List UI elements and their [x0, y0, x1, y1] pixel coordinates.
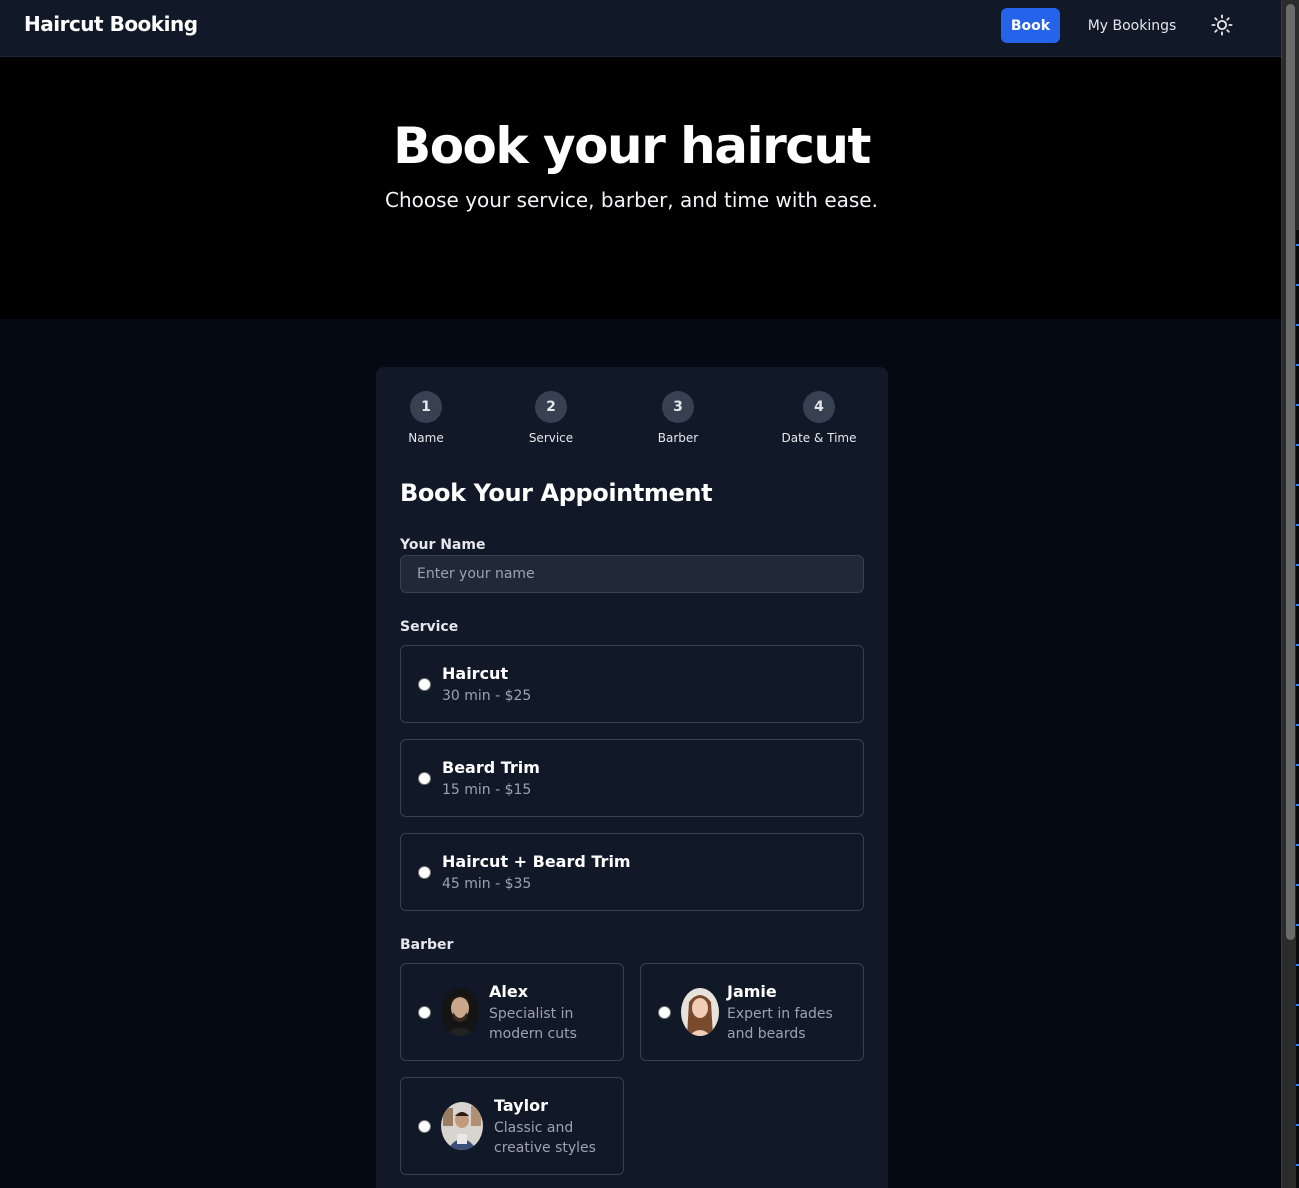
barber-avatar-jamie [681, 988, 719, 1036]
barber-name: Alex [489, 982, 529, 1001]
top-navbar: Haircut Booking Book My Bookings [0, 0, 1281, 57]
barber-radio[interactable] [418, 1120, 431, 1133]
step-number: 1 [410, 391, 442, 423]
barber-option-alex[interactable]: Alex Specialist in modern cuts [400, 963, 624, 1061]
barber-name: Taylor [494, 1096, 548, 1115]
step-label: Date & Time [781, 431, 857, 445]
nav-my-bookings-link[interactable]: My Bookings [1081, 8, 1183, 43]
nav-book-button[interactable]: Book [1001, 8, 1060, 43]
barber-radio[interactable] [418, 1006, 431, 1019]
service-name: Haircut + Beard Trim [442, 852, 631, 871]
barber-avatar-taylor [441, 1102, 483, 1150]
brand-logo[interactable]: Haircut Booking [24, 12, 198, 36]
service-details: 45 min - $35 [442, 876, 532, 892]
service-radio[interactable] [418, 678, 431, 691]
barber-option-taylor[interactable]: Taylor Classic and creative styles [400, 1077, 624, 1175]
scrollbar-thumb[interactable] [1286, 4, 1295, 940]
hero-subtitle: Choose your service, barber, and time wi… [385, 188, 878, 212]
step-date-time: 4 Date & Time [774, 391, 864, 445]
service-option-beard-trim[interactable]: Beard Trim 15 min - $15 [400, 739, 864, 817]
step-label: Barber [657, 431, 699, 445]
service-name: Beard Trim [442, 758, 540, 777]
step-number: 2 [535, 391, 567, 423]
barber-option-jamie[interactable]: Jamie Expert in fades and beards [640, 963, 864, 1061]
step-label: Name [408, 431, 444, 445]
barber-specialty: Specialist in modern cuts [489, 1006, 577, 1042]
step-label: Service [528, 431, 574, 445]
barber-avatar-alex [441, 988, 479, 1036]
theme-toggle-button[interactable] [1208, 11, 1236, 39]
service-label: Service [400, 619, 459, 635]
service-details: 30 min - $25 [442, 688, 532, 704]
barber-label: Barber [400, 937, 454, 953]
service-radio[interactable] [418, 772, 431, 785]
service-name: Haircut [442, 664, 509, 683]
name-input[interactable] [400, 555, 864, 593]
service-radio[interactable] [418, 866, 431, 879]
barber-radio[interactable] [658, 1006, 671, 1019]
step-number: 4 [803, 391, 835, 423]
step-barber: 3 Barber [648, 391, 708, 445]
hero-section: Book your haircut Choose your service, b… [0, 57, 1281, 319]
step-number: 3 [662, 391, 694, 423]
barber-specialty: Classic and creative styles [494, 1120, 596, 1156]
service-option-haircut-beard[interactable]: Haircut + Beard Trim 45 min - $35 [400, 833, 864, 911]
booking-card: 1 Name 2 Service 3 Barber 4 Date & Time … [376, 367, 888, 1188]
service-details: 15 min - $15 [442, 782, 532, 798]
name-label: Your Name [400, 537, 486, 553]
step-name: 1 Name [402, 391, 450, 445]
hero-title: Book your haircut [393, 117, 871, 175]
barber-name: Jamie [727, 982, 777, 1001]
service-option-haircut[interactable]: Haircut 30 min - $25 [400, 645, 864, 723]
form-title: Book Your Appointment [400, 479, 713, 507]
barber-specialty: Expert in fades and beards [727, 1006, 833, 1042]
sun-icon [1211, 14, 1233, 36]
step-service: 2 Service [521, 391, 581, 445]
